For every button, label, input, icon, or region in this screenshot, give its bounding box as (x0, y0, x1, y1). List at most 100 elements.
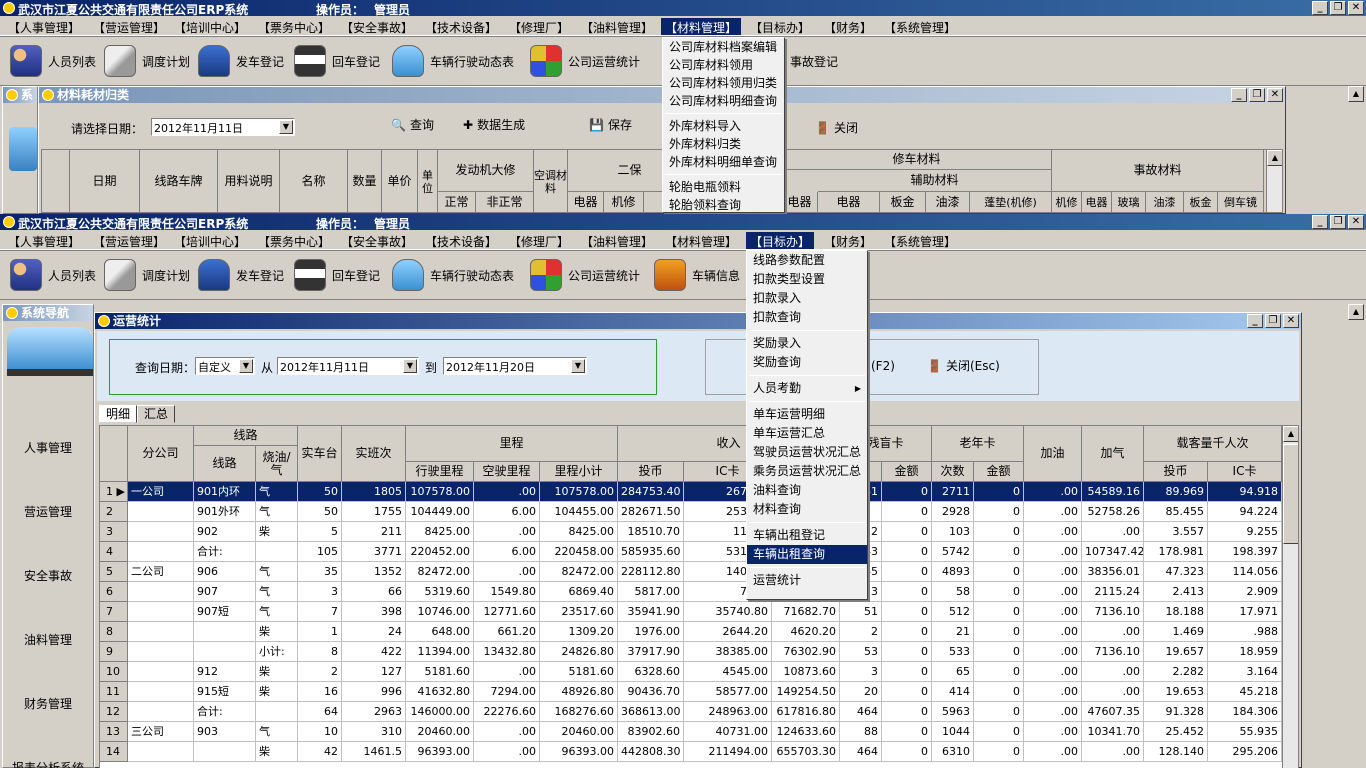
table-row[interactable]: 4 合计: 105 3771 220452.00 6.00 220458.00 585935.… (100, 542, 1282, 562)
nav-finance[interactable]: 财务管理 (3, 695, 93, 712)
dd-single-summary[interactable]: 单车运营汇总 (747, 424, 867, 443)
table-row[interactable]: 11 915短柴 16 996 41632.80 7294.00 48926.80 90436… (100, 682, 1282, 702)
tb-depart[interactable]: 发车登记 (198, 41, 284, 81)
menu-finance[interactable]: 【财务】 (820, 18, 876, 35)
dd-material-use[interactable]: 公司库材料领用 (663, 56, 784, 74)
chevron-down-icon[interactable]: ▼ (571, 359, 585, 373)
query-f2-button[interactable]: (F2) (871, 359, 895, 373)
menu-repair[interactable]: 【修理厂】 (505, 18, 573, 35)
dd-attendance[interactable]: 人员考勤 ▶ (747, 379, 867, 398)
tb-depart[interactable]: 发车登记 (198, 255, 284, 295)
tb-dispatch-plan[interactable]: 调度计划 (104, 255, 190, 295)
table-row[interactable]: 10 912 柴 2 127 5181.60.00 5181.60 6328.60 4545.0… (100, 662, 1282, 682)
tb-staff-list[interactable]: 人员列表 (10, 255, 96, 295)
tb-return[interactable]: 回车登记 (294, 255, 380, 295)
minimize-button[interactable]: _ (1247, 314, 1263, 328)
table-row[interactable]: 7 907短气 7 398 10746.00 12771.60 23517.60 35941.… (100, 602, 1282, 622)
chevron-down-icon[interactable]: ▼ (239, 359, 253, 373)
dd-single-detail[interactable]: 单车运营明细 (747, 405, 867, 424)
dd-rental-entry[interactable]: 车辆出租登记 (747, 526, 867, 545)
maximize-button[interactable]: ❐ (1249, 88, 1265, 102)
menu-fuel[interactable]: 【油料管理】 (577, 18, 657, 35)
save-button[interactable]: 💾 保存 (589, 116, 632, 133)
grid-scrollbar[interactable]: ▲ (1282, 426, 1298, 768)
tb-dynamics[interactable]: 车辆行驶动态表 (392, 255, 514, 295)
minimize-button[interactable]: _ (1312, 1, 1328, 15)
menu-safety[interactable]: 【安全事故】 (337, 232, 417, 249)
scroll-up-icon[interactable]: ▲ (1267, 150, 1282, 166)
dd-deduct-query[interactable]: 扣款查询 (747, 308, 867, 327)
chevron-down-icon[interactable]: ▼ (279, 120, 293, 134)
material-scrollbar[interactable]: ▲ (1266, 150, 1282, 212)
close-window-button[interactable]: 🚪 关闭 (815, 119, 858, 136)
dd-material-query[interactable]: 材料查询 (747, 500, 867, 519)
dd-ext-detail[interactable]: 外库材料明细单查询 (663, 153, 784, 171)
close-button[interactable]: ✕ (1267, 88, 1283, 102)
dd-reward-query[interactable]: 奖励查询 (747, 353, 867, 372)
dd-ops-stats[interactable]: 运营统计 (747, 571, 867, 590)
dd-ext-import[interactable]: 外库材料导入 (663, 117, 784, 135)
nav-hr[interactable]: 人事管理 (3, 439, 93, 456)
menu-hr[interactable]: 【人事管理】 (4, 232, 84, 249)
menu-training[interactable]: 【培训中心】 (170, 18, 250, 35)
table-row[interactable]: 12 合计: 64 2963 146000.00 22276.60 168276.60 368… (100, 702, 1282, 722)
table-row[interactable]: 14 柴 42 1461.5 96393.00.00 96393.00 442808.30 2… (100, 742, 1282, 762)
tab-summary[interactable]: 汇总 (137, 405, 176, 423)
dd-material-detail[interactable]: 公司库材料明细查询 (663, 92, 784, 110)
dd-material-edit[interactable]: 公司库材料档案编辑 (663, 38, 784, 56)
table-row[interactable]: 8 柴 1 24 648.00 661.20 1309.20 1976.00 2644.20 46… (100, 622, 1282, 642)
menu-ops[interactable]: 【营运管理】 (89, 232, 169, 249)
tb-return[interactable]: 回车登记 (294, 41, 380, 81)
ops-close-button[interactable]: 🚪 关闭(Esc) (927, 357, 1000, 374)
query-button[interactable]: 🔍 查询 (391, 116, 434, 133)
menu-ticket[interactable]: 【票务中心】 (254, 18, 334, 35)
menu-target[interactable]: 【目标办】 (746, 232, 815, 249)
dd-conductor-summary[interactable]: 乘务员运营状况汇总 (747, 462, 867, 481)
menu-material[interactable]: 【材料管理】 (661, 18, 742, 35)
minimize-button[interactable]: _ (1231, 88, 1247, 102)
close-button[interactable]: ✕ (1348, 215, 1364, 229)
dd-material-classify[interactable]: 公司库材料领用归类 (663, 74, 784, 92)
tab-detail[interactable]: 明细 (99, 405, 138, 423)
menu-system[interactable]: 【系统管理】 (880, 18, 960, 35)
dd-rental-query[interactable]: 车辆出租查询 (747, 545, 867, 564)
table-row[interactable]: 9 小计: 8 422 11394.00 13432.80 24826.80 37917.90… (100, 642, 1282, 662)
nav-fuel[interactable]: 油料管理 (3, 631, 93, 648)
tb-company-stats[interactable]: 公司运营统计 (530, 255, 640, 295)
menu-safety[interactable]: 【安全事故】 (337, 18, 417, 35)
date-field[interactable]: 2012年11月11日 ▼ (151, 118, 295, 136)
close-button[interactable]: ✕ (1348, 1, 1364, 15)
scroll-up-icon[interactable]: ▲ (1348, 304, 1364, 320)
outer-scrollbar-top[interactable]: ▲ (1348, 86, 1365, 214)
dd-ext-classify[interactable]: 外库材料归类 (663, 135, 784, 153)
table-row[interactable]: 6907气3665319.601549.806869.405817.007434… (100, 582, 1282, 602)
dd-deduct-type[interactable]: 扣款类型设置 (747, 270, 867, 289)
table-row[interactable]: 3902柴52118425.00.008425.0018510.70116252… (100, 522, 1282, 542)
table-row[interactable]: 5 二公司 906 气 35 1352 82472.00.00 82472.00 228112.… (100, 562, 1282, 582)
dd-fuel-query[interactable]: 油料查询 (747, 481, 867, 500)
menu-tech[interactable]: 【技术设备】 (421, 232, 501, 249)
dd-route-config[interactable]: 线路参数配置 (747, 251, 867, 270)
table-row[interactable]: 1 ▶ 一公司 901内环气 50 1805 107578.00.00 107578.00 2… (100, 482, 1282, 502)
scroll-thumb[interactable] (1283, 444, 1298, 544)
nav-safety[interactable]: 安全事故 (3, 567, 93, 584)
date-mode-select[interactable]: 自定义 ▼ (195, 357, 255, 375)
nav-ops[interactable]: 营运管理 (3, 503, 93, 520)
menu-finance[interactable]: 【财务】 (820, 232, 876, 249)
dd-tire-battery[interactable]: 轮胎电瓶领料 (663, 178, 784, 196)
menu-tech[interactable]: 【技术设备】 (421, 18, 501, 35)
menu-system[interactable]: 【系统管理】 (880, 232, 960, 249)
nav-reports[interactable]: 报表分析系统 (3, 759, 93, 768)
close-button[interactable]: ✕ (1283, 314, 1299, 328)
from-date-field[interactable]: 2012年11月11日 ▼ (277, 357, 419, 375)
dd-reward-entry[interactable]: 奖励录入 (747, 334, 867, 353)
tb-company-stats[interactable]: 公司运营统计 (530, 41, 640, 81)
tb-vehicle-info[interactable]: 车辆信息 (654, 255, 740, 295)
tb-accident[interactable]: 事故登记 (790, 41, 838, 81)
generate-button[interactable]: ✚ 数据生成 (463, 116, 525, 133)
menu-material[interactable]: 【材料管理】 (661, 232, 741, 249)
table-row[interactable]: 2 901外环气 50 1755 104449.00 6.00 104455.00 28267… (100, 502, 1282, 522)
dd-driver-summary[interactable]: 驾驶员运营状况汇总 (747, 443, 867, 462)
menu-training[interactable]: 【培训中心】 (170, 232, 250, 249)
dd-tire-query[interactable]: 轮胎领料查询 (663, 196, 784, 212)
